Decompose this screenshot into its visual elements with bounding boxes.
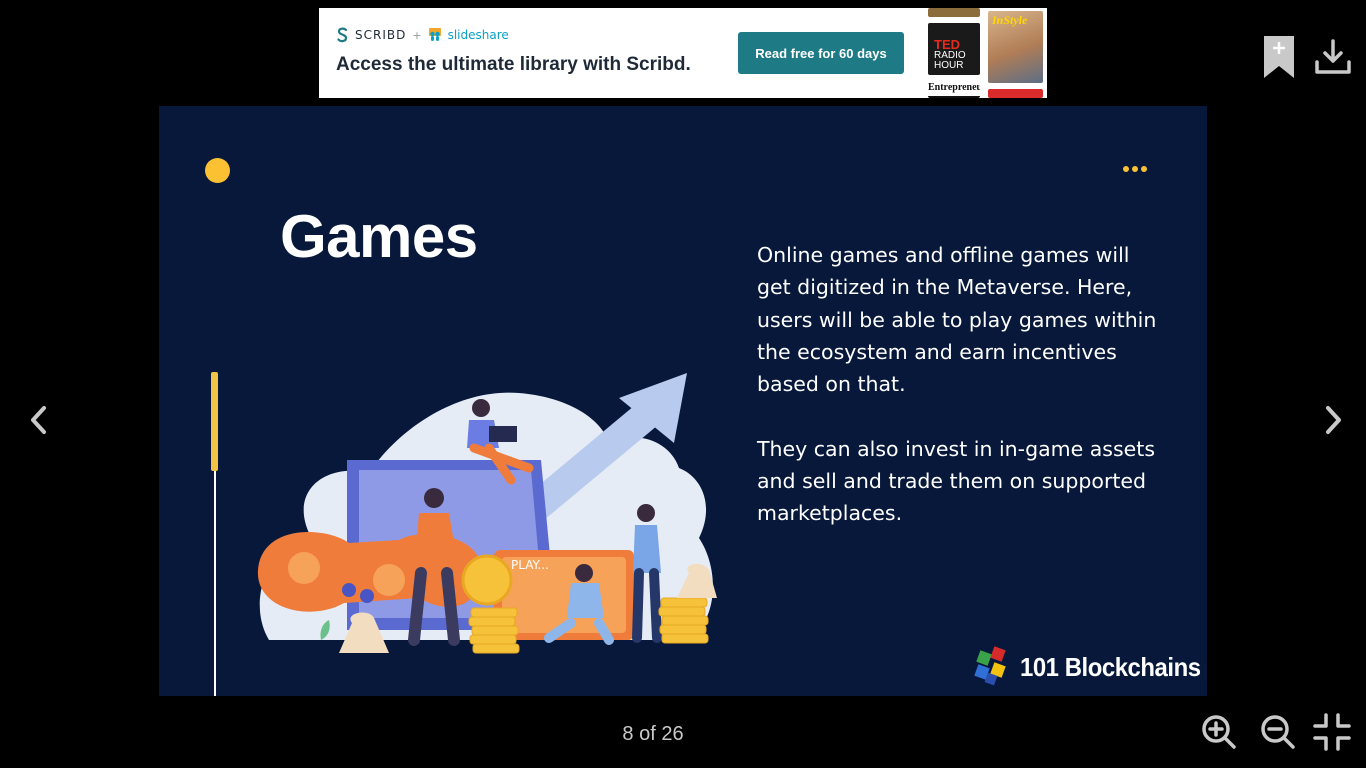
- instyle-title: InStyle: [992, 13, 1028, 27]
- chevron-left-icon[interactable]: [24, 402, 54, 438]
- magazine-cover: [988, 89, 1043, 98]
- ad-brand-scribd: SCRIBD: [355, 28, 407, 42]
- slide: Games Online games and offline games wil…: [159, 106, 1207, 696]
- bookmark-icon[interactable]: [1263, 36, 1295, 78]
- chevron-right-icon[interactable]: [1318, 402, 1348, 438]
- slide-title: Games: [280, 203, 478, 270]
- decorative-dots: [1123, 166, 1147, 172]
- entrepreneur-title: Entrepreneur: [928, 82, 980, 93]
- gaming-illustration: PLAY...: [257, 373, 717, 654]
- slideshare-logo-icon: [428, 28, 441, 41]
- collapse-fullscreen-icon[interactable]: [1313, 713, 1351, 751]
- decorative-dot: [205, 158, 230, 183]
- ad-banner[interactable]: SCRIBD + slideshare Access the ultimate …: [319, 8, 1047, 98]
- ad-headline: Access the ultimate library with Scribd.: [336, 54, 691, 75]
- decorative-bar: [211, 372, 218, 471]
- ad-cta-button[interactable]: Read free for 60 days: [738, 32, 904, 74]
- magazine-cover-entrepreneur: Entrepreneur: [928, 82, 980, 98]
- slideshow-viewer: SCRIBD + slideshare Access the ultimate …: [0, 0, 1366, 768]
- zoom-out-icon[interactable]: [1259, 713, 1297, 751]
- play-label: PLAY...: [511, 558, 549, 572]
- brand-logo: 101 Blockchains: [974, 646, 1207, 688]
- download-icon[interactable]: [1314, 38, 1352, 76]
- ad-brand-plus: +: [412, 28, 422, 42]
- zoom-in-icon[interactable]: [1200, 713, 1238, 751]
- slide-paragraph: They can also invest in in-game assets a…: [757, 436, 1155, 526]
- ad-brand: SCRIBD + slideshare: [336, 27, 509, 43]
- slide-body: Online games and offline games will get …: [757, 239, 1167, 562]
- ad-magazine-covers: TED RADIOHOUR InStyle Entrepreneur: [927, 8, 1047, 98]
- scribd-logo-icon: [337, 27, 348, 43]
- slide-paragraph: Online games and offline games will get …: [757, 243, 1157, 397]
- magazine-cover: [928, 8, 980, 17]
- ted-subtitle: RADIO HOUR: [934, 50, 966, 71]
- blockchain-logo-icon: [974, 646, 1006, 686]
- magazine-cover-instyle: InStyle: [988, 11, 1043, 83]
- page-indicator: 8 of 26: [622, 723, 684, 745]
- brand-name: 101 Blockchains: [1020, 651, 1201, 682]
- ad-brand-slideshare: slideshare: [447, 28, 509, 42]
- magazine-cover-ted: TED RADIO HOUR: [928, 23, 980, 75]
